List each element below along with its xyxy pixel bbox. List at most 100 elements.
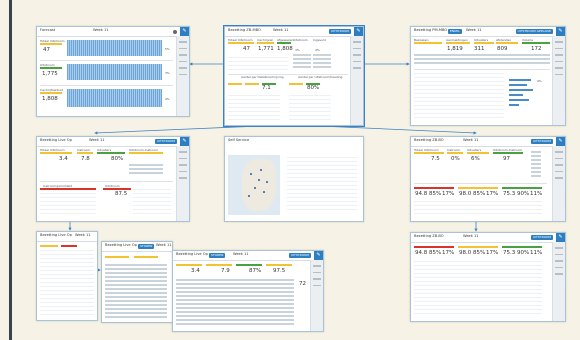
mini-charts	[414, 54, 550, 66]
metric-value: 17%	[486, 191, 499, 197]
zb-mbo-dashboard[interactable]: Bezetting ZB-MBO Week 11 UITSTROOM ✎ Tot…	[223, 25, 365, 127]
status-bar-good	[277, 42, 291, 44]
metric-value: 90%	[517, 250, 530, 256]
metric-value: 11%	[530, 191, 543, 197]
week-label: Week 11	[273, 28, 289, 32]
metric-pct: 3%	[165, 71, 170, 75]
map-marker[interactable]	[248, 195, 250, 197]
mini-charts	[176, 279, 294, 325]
data-table	[287, 157, 357, 213]
divider	[40, 85, 173, 86]
edit-icon[interactable]: ✎	[180, 137, 189, 146]
status-bar-warning	[414, 152, 444, 154]
bar-mark	[509, 104, 519, 106]
metric-value: 1,819	[447, 46, 463, 52]
status-bar-warning	[40, 43, 62, 45]
metric-value: 1,808	[277, 46, 293, 52]
live-op-stack-1[interactable]: Bezetting Live Op STOREN Week 11	[101, 241, 173, 323]
frame-title: Bezetting PM-MBO	[414, 28, 448, 32]
frame-title: Bezetting ZB-MBO	[228, 28, 261, 32]
status-badge[interactable]: UITSTROOM	[530, 234, 553, 240]
status-badge[interactable]: STOREN	[209, 252, 226, 258]
status-bar-warning	[40, 92, 62, 94]
metric-value: 3.4	[59, 156, 68, 162]
panel-title: Aantal per Detailinschrijving	[241, 75, 284, 79]
status-badge[interactable]: UITSTROOM	[328, 28, 351, 34]
metric-value: 75.3	[503, 250, 516, 256]
metric-value: 11%	[530, 250, 543, 256]
edit-icon[interactable]: ✎	[180, 27, 189, 36]
edit-icon[interactable]: ✎	[314, 251, 323, 260]
bar-mark	[509, 84, 527, 86]
status-bar-bad	[414, 246, 454, 248]
status-badge[interactable]: UITSTROOM	[288, 252, 311, 258]
week-label: Week 11	[75, 233, 91, 237]
data-table	[414, 261, 542, 317]
right-sidebar	[310, 260, 323, 331]
zb-bo-detail[interactable]: Bezetting ZB-BO Week 11 UITSTROOM ✎ 94.8…	[410, 232, 566, 322]
status-badge[interactable]: UITSTROOM GEPLAND	[515, 28, 553, 34]
frame-header: Bezetting Live Op STOREN Week 11 UITSTRO…	[173, 251, 323, 261]
metric-value: 98.0	[459, 250, 472, 256]
metric-value: 1,771	[258, 46, 274, 52]
metric-value: 809	[497, 46, 508, 52]
frame-header: Bezetting ZB-BO Week 11 UITSTROOM ✎	[411, 233, 565, 243]
edit-icon[interactable]: ✎	[556, 137, 565, 146]
metric-value: 80%	[111, 156, 124, 162]
edit-icon[interactable]: ✎	[556, 233, 565, 242]
map-marker[interactable]	[258, 179, 260, 181]
status-bar-warning	[176, 264, 202, 266]
arrow-to-live-op	[94, 125, 261, 135]
metric-pct: 3%	[295, 48, 300, 52]
pm-mbo-dashboard[interactable]: Bezetting PM-MBO ENKEL Week 11 UITSTROOM…	[410, 26, 566, 126]
map-marker[interactable]	[266, 181, 268, 183]
metric-value: 172	[531, 46, 542, 52]
frame-header: Bezetting Live Op Week 11 UITSTROOM ✎	[37, 137, 189, 147]
forecast-dashboard[interactable]: Forecast Week 11 ✎ Totaal Uitstroom 47 5…	[36, 26, 190, 117]
status-bar-warning	[414, 42, 442, 44]
status-bar-warning	[206, 264, 232, 266]
zb-bo-dashboard[interactable]: Bezetting ZB-BO Week 11 UITSTROOM ✎ Tota…	[410, 136, 566, 222]
metric-value: 0%	[451, 156, 460, 162]
metric-value: 17%	[442, 191, 455, 197]
map-view[interactable]	[228, 155, 280, 215]
metric-value: 85%	[473, 191, 486, 197]
status-badge[interactable]: UITSTROOM	[530, 138, 553, 144]
status-bar-bad	[414, 187, 454, 189]
frame-title: Bezetting Live Op	[40, 233, 72, 237]
metric-value: 311	[474, 46, 485, 52]
map-marker[interactable]	[250, 173, 252, 175]
status-bar-warning	[228, 83, 242, 85]
live-op-dashboard[interactable]: Bezetting Live Op Week 11 UITSTROOM ✎ To…	[36, 136, 190, 222]
metric-value: 87%	[249, 268, 262, 274]
edit-icon[interactable]: ✎	[556, 27, 565, 36]
week-label: Week 11	[93, 28, 109, 32]
live-op-stack-2[interactable]: Bezetting Live Op STOREN Week 11 UITSTRO…	[172, 250, 324, 332]
frame-title: Bezetting Live Op	[105, 243, 137, 247]
status-badge[interactable]: ENKEL	[448, 28, 462, 34]
data-table	[228, 57, 288, 71]
divider	[40, 60, 173, 61]
metric-label: Uitstroom	[293, 38, 308, 42]
mini-chart	[531, 151, 541, 177]
frame-header: Bezetting ZB-MBO Week 11 UITSTROOM ✎	[225, 27, 363, 37]
metric-value: 85%	[473, 250, 486, 256]
metric-label: Ingevuld	[313, 38, 326, 42]
map-marker[interactable]	[260, 169, 262, 171]
metric-value: 72	[299, 281, 306, 287]
mini-table	[293, 54, 311, 68]
map-marker[interactable]	[254, 187, 256, 189]
map-landmass	[242, 159, 276, 211]
edit-icon[interactable]: ✎	[354, 27, 363, 36]
metric-pct: 4%	[537, 79, 542, 83]
self-service-dashboard[interactable]: Self Service	[224, 136, 364, 222]
data-table	[289, 95, 331, 121]
live-op-detail[interactable]: Bezetting Live Op Week 11	[36, 231, 98, 321]
info-icon[interactable]	[173, 29, 177, 34]
status-badge[interactable]: UITSTROOM	[154, 138, 177, 144]
divider	[414, 183, 547, 184]
map-marker[interactable]	[263, 191, 265, 193]
status-badge[interactable]: STOREN	[138, 243, 155, 249]
status-bar-good	[502, 246, 542, 248]
status-bar-warning	[40, 152, 72, 154]
